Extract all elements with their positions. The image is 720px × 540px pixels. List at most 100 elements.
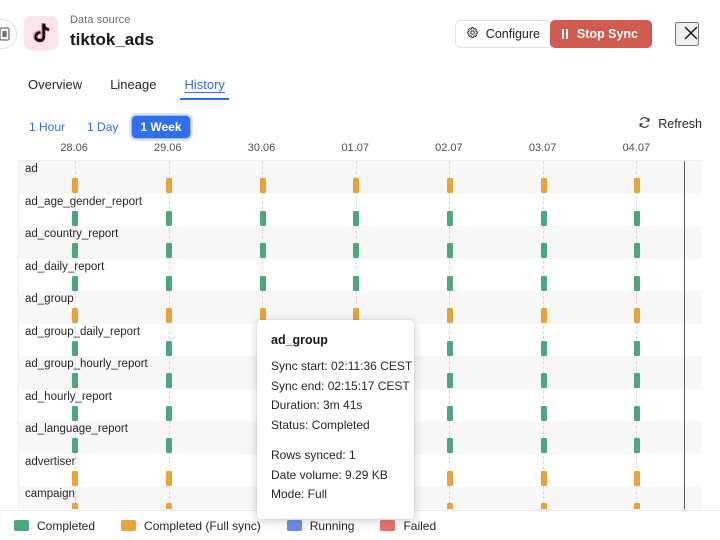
sync-marker[interactable] bbox=[72, 471, 78, 486]
configure-button[interactable]: Configure bbox=[455, 20, 553, 48]
legend-swatch bbox=[380, 520, 395, 531]
tab-overview-label: Overview bbox=[28, 77, 82, 92]
configure-label: Configure bbox=[486, 27, 540, 41]
sync-marker[interactable] bbox=[72, 211, 78, 226]
close-icon bbox=[683, 29, 699, 44]
sync-marker[interactable] bbox=[634, 373, 640, 388]
source-meta: Data source tiktok_ads bbox=[70, 13, 154, 51]
sync-marker[interactable] bbox=[634, 276, 640, 291]
sync-marker[interactable] bbox=[634, 341, 640, 356]
sync-marker[interactable] bbox=[447, 503, 453, 509]
range-1-day[interactable]: 1 Day bbox=[78, 115, 127, 139]
sync-marker[interactable] bbox=[72, 276, 78, 291]
sync-marker[interactable] bbox=[447, 211, 453, 226]
tooltip-status: Status: Completed bbox=[271, 416, 400, 436]
sync-marker[interactable] bbox=[353, 276, 359, 291]
tab-overview[interactable]: Overview bbox=[14, 74, 96, 100]
tab-history[interactable]: History bbox=[170, 74, 238, 100]
sync-marker[interactable] bbox=[541, 503, 547, 509]
sync-marker[interactable] bbox=[541, 406, 547, 421]
sync-marker[interactable] bbox=[166, 308, 172, 323]
sync-marker[interactable] bbox=[447, 308, 453, 323]
sync-marker[interactable] bbox=[447, 471, 453, 486]
sync-marker[interactable] bbox=[166, 211, 172, 226]
axis-tick: 04.07 bbox=[623, 142, 651, 154]
page-title: tiktok_ads bbox=[70, 29, 154, 51]
sync-marker[interactable] bbox=[72, 503, 78, 509]
back-button[interactable] bbox=[0, 19, 17, 49]
timeline-row-label: ad_country_report bbox=[25, 228, 118, 240]
sync-marker[interactable] bbox=[72, 406, 78, 421]
sync-marker[interactable] bbox=[447, 243, 453, 258]
sync-marker[interactable] bbox=[166, 373, 172, 388]
timeline-row[interactable]: ad_group bbox=[19, 291, 702, 324]
sync-marker[interactable] bbox=[541, 471, 547, 486]
sync-marker[interactable] bbox=[166, 471, 172, 486]
sync-marker[interactable] bbox=[634, 503, 640, 509]
sync-marker[interactable] bbox=[541, 243, 547, 258]
stop-sync-button[interactable]: Stop Sync bbox=[550, 20, 652, 48]
tab-lineage[interactable]: Lineage bbox=[96, 74, 170, 100]
legend-item: Completed bbox=[14, 519, 95, 533]
sync-marker[interactable] bbox=[541, 276, 547, 291]
tab-lineage-label: Lineage bbox=[110, 77, 156, 92]
sync-marker[interactable] bbox=[72, 308, 78, 323]
stop-sync-label: Stop Sync bbox=[577, 27, 638, 41]
sync-marker[interactable] bbox=[447, 438, 453, 453]
sync-marker[interactable] bbox=[634, 211, 640, 226]
timeline-row[interactable]: ad bbox=[19, 161, 702, 194]
sync-marker[interactable] bbox=[447, 341, 453, 356]
refresh-button[interactable]: Refresh bbox=[636, 112, 704, 136]
timeline-row-label: ad_group_daily_report bbox=[25, 326, 140, 338]
sync-marker[interactable] bbox=[260, 243, 266, 258]
legend-swatch bbox=[14, 520, 29, 531]
sync-marker[interactable] bbox=[260, 276, 266, 291]
legend-item: Failed bbox=[380, 519, 436, 533]
sync-marker[interactable] bbox=[634, 438, 640, 453]
sync-marker[interactable] bbox=[166, 406, 172, 421]
sync-marker[interactable] bbox=[447, 276, 453, 291]
sync-marker[interactable] bbox=[634, 243, 640, 258]
sync-marker[interactable] bbox=[541, 178, 547, 193]
sync-marker[interactable] bbox=[447, 178, 453, 193]
range-1-hour[interactable]: 1 Hour bbox=[20, 115, 74, 139]
sync-marker[interactable] bbox=[166, 276, 172, 291]
legend-label: Completed bbox=[37, 519, 95, 533]
sync-marker[interactable] bbox=[166, 243, 172, 258]
timeline-axis: 28.0629.0630.0601.0702.0703.0704.07 bbox=[18, 142, 702, 158]
sync-marker[interactable] bbox=[353, 243, 359, 258]
sync-marker[interactable] bbox=[166, 341, 172, 356]
gear-icon bbox=[466, 26, 479, 42]
legend-label: Completed (Full sync) bbox=[144, 519, 261, 533]
sync-marker[interactable] bbox=[541, 308, 547, 323]
timeline-row[interactable]: ad_daily_report bbox=[19, 259, 702, 292]
sync-marker[interactable] bbox=[72, 341, 78, 356]
sync-marker[interactable] bbox=[634, 308, 640, 323]
close-button[interactable] bbox=[675, 22, 699, 46]
sync-marker[interactable] bbox=[541, 438, 547, 453]
sync-marker[interactable] bbox=[353, 178, 359, 193]
sync-marker[interactable] bbox=[541, 211, 547, 226]
sync-marker[interactable] bbox=[72, 438, 78, 453]
timeline-row[interactable]: ad_country_report bbox=[19, 226, 702, 259]
range-1-week[interactable]: 1 Week bbox=[131, 115, 190, 139]
sync-marker[interactable] bbox=[634, 471, 640, 486]
timeline-row[interactable]: ad_age_gender_report bbox=[19, 194, 702, 227]
tooltip-duration: Duration: 3m 41s bbox=[271, 396, 400, 416]
sync-marker[interactable] bbox=[166, 503, 172, 509]
sync-marker[interactable] bbox=[353, 211, 359, 226]
sync-marker[interactable] bbox=[447, 373, 453, 388]
sync-marker[interactable] bbox=[166, 178, 172, 193]
sync-marker[interactable] bbox=[72, 373, 78, 388]
sync-marker[interactable] bbox=[72, 243, 78, 258]
sync-marker[interactable] bbox=[634, 406, 640, 421]
sync-marker[interactable] bbox=[166, 438, 172, 453]
tooltip-mode: Mode: Full bbox=[271, 485, 400, 505]
sync-marker[interactable] bbox=[541, 373, 547, 388]
sync-marker[interactable] bbox=[260, 178, 266, 193]
sync-marker[interactable] bbox=[541, 341, 547, 356]
sync-marker[interactable] bbox=[260, 211, 266, 226]
sync-marker[interactable] bbox=[447, 406, 453, 421]
sync-marker[interactable] bbox=[72, 178, 78, 193]
sync-marker[interactable] bbox=[634, 178, 640, 193]
